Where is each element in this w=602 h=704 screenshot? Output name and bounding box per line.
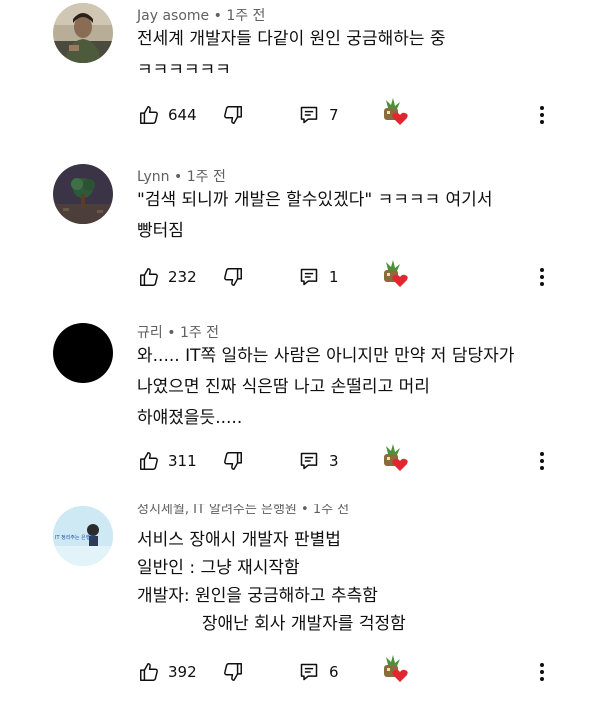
thumbs-up-icon xyxy=(138,104,160,126)
more-vert-icon xyxy=(540,268,544,286)
comment-line: ㅋㅋㅋㅋㅋㅋ xyxy=(137,60,231,80)
timestamp: 1주 전 xyxy=(179,325,220,341)
comment-actions: 311 3 xyxy=(0,444,602,476)
thumbs-up-icon xyxy=(138,266,160,288)
more-options-button[interactable] xyxy=(532,446,552,476)
creator-heart-icon xyxy=(380,98,412,128)
reply-count: 6 xyxy=(329,663,339,681)
comment-actions: 644 7 xyxy=(0,98,602,130)
reply-icon xyxy=(299,662,319,682)
creator-heart-icon xyxy=(380,260,412,290)
like-count: 392 xyxy=(168,663,197,681)
dislike-button[interactable] xyxy=(222,446,244,476)
comment-line: 장애난 회사 개발자를 걱정함 xyxy=(137,614,406,634)
comment-text: 전세계 개발자들 다같이 원인 궁금해하는 중 ㅋㅋㅋㅋㅋㅋ xyxy=(137,24,446,86)
timestamp: 1주 전 xyxy=(186,169,226,185)
thumbs-down-icon xyxy=(222,661,244,683)
avatar[interactable] xyxy=(53,323,113,383)
avatar[interactable] xyxy=(53,164,113,224)
comment-line: 나였으면 진짜 식은땀 나고 손떨리고 머리 xyxy=(137,377,430,397)
reply-icon xyxy=(299,451,319,471)
avatar-caption: IT 정리주는 은행원 xyxy=(55,535,95,541)
reply-icon xyxy=(299,105,319,125)
comment-text: 서비스 장애시 개발자 판별법 일반인 : 그냥 재시작함 개발자: 원인을 궁… xyxy=(137,526,406,638)
comment-actions: 232 1 xyxy=(0,260,602,292)
like-count: 311 xyxy=(168,452,197,470)
dislike-button[interactable] xyxy=(222,657,244,687)
comment-text: "검색 되니까 개발은 할수있겠다" ㅋㅋㅋㅋ 여기서 빵터짐 xyxy=(137,185,492,247)
comment-line: 하얘졌을듯..... xyxy=(137,408,243,428)
thumbs-up-icon xyxy=(138,661,160,683)
like-button[interactable]: 311 xyxy=(138,446,197,476)
comment-actions: 392 6 xyxy=(0,655,602,687)
avatar[interactable] xyxy=(53,3,113,63)
comment-line: 개발자: 원인을 궁금해하고 추측함 xyxy=(137,586,378,606)
like-button[interactable]: 644 xyxy=(138,100,197,130)
timestamp: 1주 전 xyxy=(312,504,350,516)
author-name[interactable]: 규리 xyxy=(137,325,163,341)
comment-meta: Lynn • 1주 전 xyxy=(137,169,226,185)
creator-heart-icon xyxy=(380,655,412,685)
comment-line: 전세계 개발자들 다같이 원인 궁금해하는 중 xyxy=(137,29,446,49)
comment-line: 일반인 : 그냥 재시작함 xyxy=(137,558,300,578)
comment-line: "검색 되니까 개발은 할수있겠다" ㅋㅋㅋㅋ 여기서 xyxy=(137,190,493,210)
reply-count: 1 xyxy=(329,268,339,286)
more-vert-icon xyxy=(540,663,544,681)
reply-button[interactable]: 7 xyxy=(299,100,339,130)
more-options-button[interactable] xyxy=(532,100,552,130)
more-vert-icon xyxy=(540,106,544,124)
like-count: 644 xyxy=(168,106,197,124)
reply-count: 3 xyxy=(329,452,339,470)
comment-line: 빵터짐 xyxy=(137,221,184,241)
author-name[interactable]: Lynn xyxy=(137,169,170,185)
reply-button[interactable]: 3 xyxy=(299,446,339,476)
like-button[interactable]: 232 xyxy=(138,262,197,292)
reply-button[interactable]: 1 xyxy=(299,262,339,292)
comment-meta: 규리 • 1주 전 xyxy=(137,325,220,341)
creator-heart-icon xyxy=(380,444,412,474)
comment-meta: 정지세월, IT 알려주는 은행원 • 1주 전 xyxy=(137,504,350,516)
comment-line: 와..... IT쪽 일하는 사람은 아니지만 만약 저 담당자가 xyxy=(137,346,515,366)
thumbs-down-icon xyxy=(222,104,244,126)
like-button[interactable]: 392 xyxy=(138,657,197,687)
reply-icon xyxy=(299,267,319,287)
author-name[interactable]: 정지세월, IT 알려주는 은행원 xyxy=(137,504,297,516)
comment-meta: Jay asome • 1주 전 xyxy=(137,8,266,24)
like-count: 232 xyxy=(168,268,197,286)
timestamp: 1주 전 xyxy=(226,8,266,24)
more-options-button[interactable] xyxy=(532,657,552,687)
comment-text: 와..... IT쪽 일하는 사람은 아니지만 만약 저 담당자가 나였으면 진… xyxy=(137,341,514,434)
thumbs-down-icon xyxy=(222,450,244,472)
comment-line: 서비스 장애시 개발자 판별법 xyxy=(137,530,341,550)
more-vert-icon xyxy=(540,452,544,470)
thumbs-down-icon xyxy=(222,266,244,288)
dislike-button[interactable] xyxy=(222,262,244,292)
thumbs-up-icon xyxy=(138,450,160,472)
reply-button[interactable]: 6 xyxy=(299,657,339,687)
dislike-button[interactable] xyxy=(222,100,244,130)
reply-count: 7 xyxy=(329,106,339,124)
avatar[interactable]: IT 정리주는 은행원 xyxy=(53,506,113,566)
author-name[interactable]: Jay asome xyxy=(137,8,209,24)
more-options-button[interactable] xyxy=(532,262,552,292)
